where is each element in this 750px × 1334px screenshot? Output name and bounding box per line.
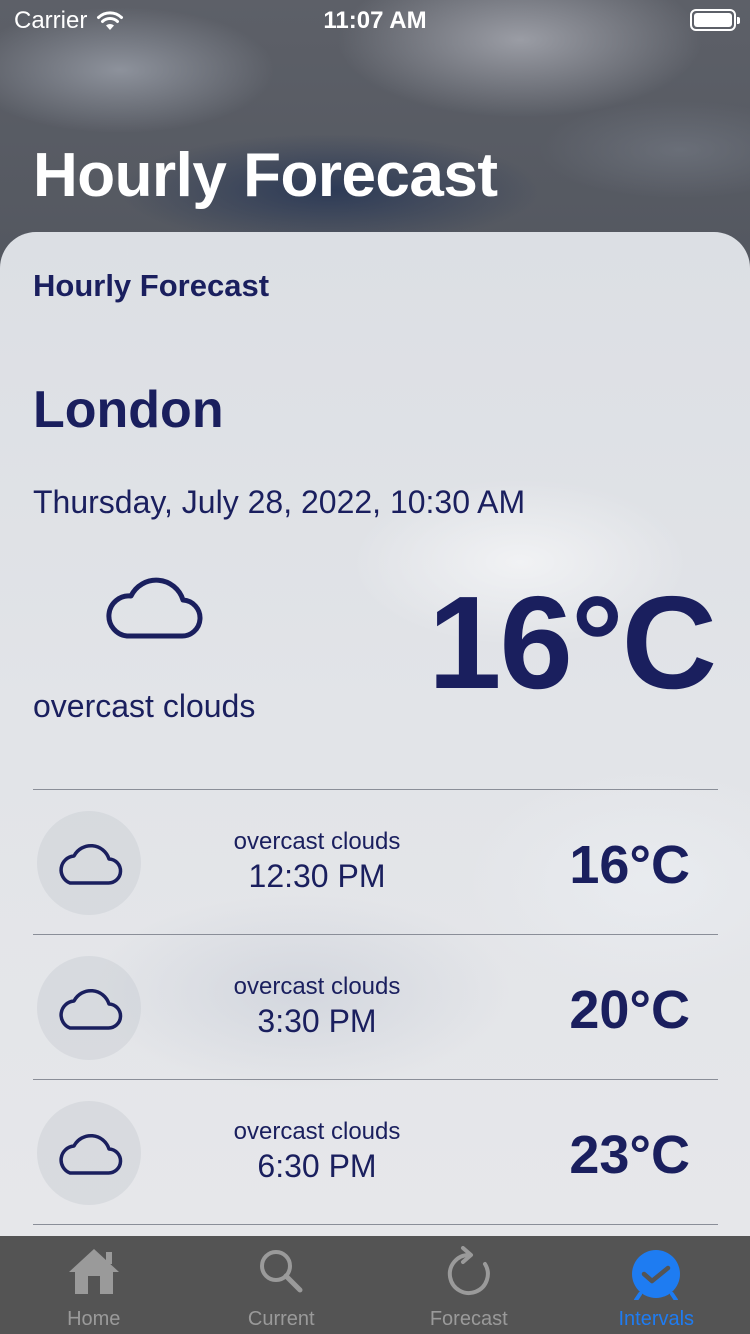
cloud-icon [59,843,123,885]
tab-current-label: Current [247,1308,315,1330]
status-bar: Carrier 11:07 AM [0,0,750,42]
interval-time: 3:30 PM [257,1003,377,1039]
tab-intervals[interactable]: Intervals [563,1236,750,1334]
interval-time: 6:30 PM [257,1148,377,1184]
tab-intervals-label: Intervals [618,1308,695,1330]
magnifier-icon [260,1250,303,1293]
forecast-datetime: Thursday, July 28, 2022, 10:30 AM [33,484,526,520]
interval-description: overcast clouds [233,828,401,855]
current-description: overcast clouds [33,688,256,724]
interval-time: 12:30 PM [248,858,386,894]
interval-temperature: 23°C [569,1125,690,1185]
current-temperature: 16°C [428,569,717,716]
tab-forecast-label: Forecast [429,1308,508,1330]
interval-temperature: 20°C [569,980,690,1040]
cloud-icon [106,577,203,639]
clock-check-icon [632,1250,681,1300]
tab-home-label: Home [67,1308,121,1330]
cloud-icon [59,988,123,1030]
row-divider [33,1224,718,1225]
interval-icon-badge [37,1101,141,1205]
interval-row[interactable]: overcast clouds 3:30 PM 20°C [33,934,718,1079]
interval-description: overcast clouds [233,973,401,1000]
tab-forecast[interactable]: Forecast [375,1236,563,1334]
tab-home[interactable]: Home [0,1236,188,1334]
status-time: 11:07 AM [323,7,427,34]
forecast-card: Hourly Forecast London Thursday, July 28… [0,232,750,1236]
interval-icon-badge [37,811,141,915]
tab-current[interactable]: Current [188,1236,376,1334]
interval-temperature: 16°C [569,835,690,895]
cloud-icon [59,1133,123,1175]
city-name: London [33,381,224,439]
tab-bar: Home Current Forecast Intervals [0,1236,750,1334]
interval-row[interactable]: overcast clouds 12:30 PM 16°C [33,789,718,934]
interval-row[interactable]: overcast clouds 6:30 PM 23°C [33,1079,718,1224]
house-icon [68,1249,119,1294]
battery-icon [690,9,740,31]
page-title: Hourly Forecast [33,141,498,210]
refresh-icon [447,1246,490,1295]
interval-icon-badge [37,956,141,1060]
interval-description: overcast clouds [233,1118,401,1145]
card-title: Hourly Forecast [33,268,270,303]
